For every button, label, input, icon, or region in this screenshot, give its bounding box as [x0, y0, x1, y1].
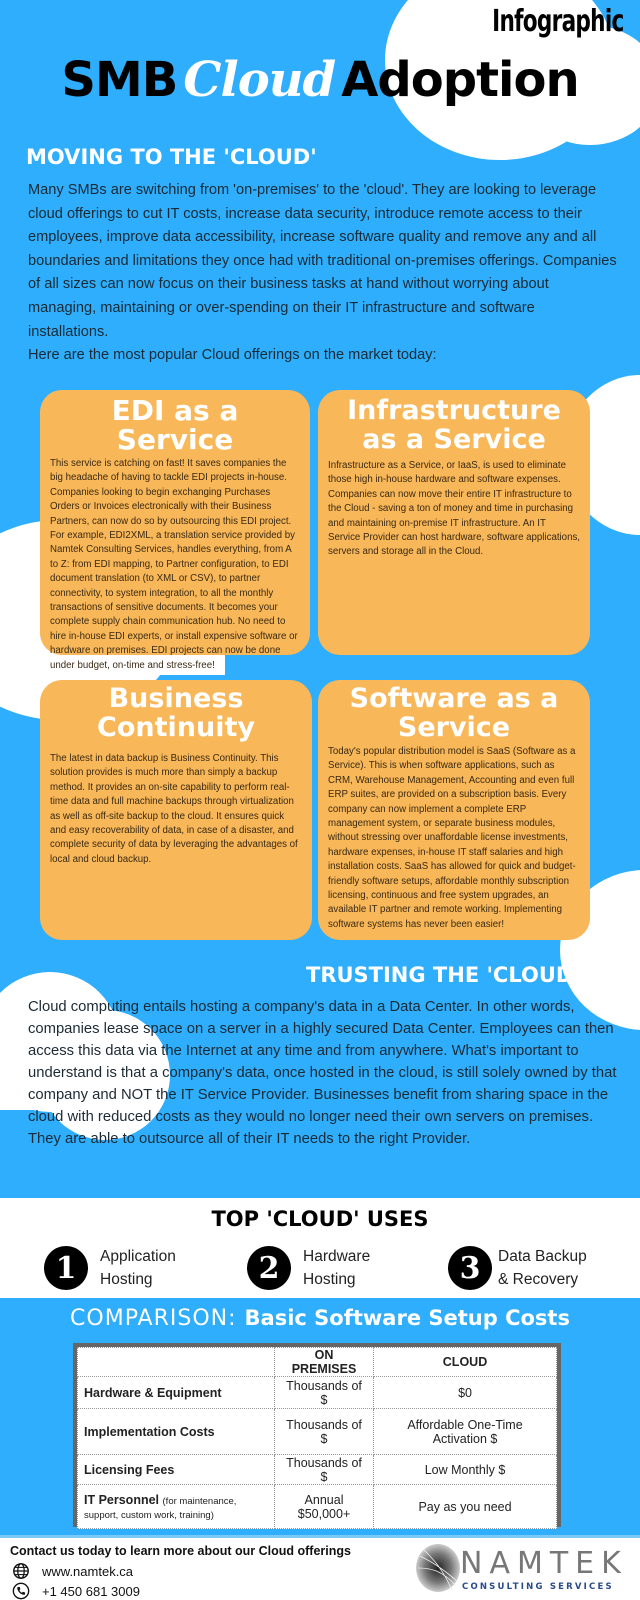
cloud-value: $0	[373, 1376, 557, 1409]
card-edi-body: This service is catching on fast! It sav…	[50, 458, 298, 671]
comparison-table: ON PREMISES CLOUD Hardware & Equipment T…	[77, 1347, 557, 1529]
card-iaas-body: Infrastructure as a Service, or IaaS, is…	[328, 460, 580, 558]
namtek-logo-mark	[416, 1544, 460, 1592]
card-saas-title: Software as a Service	[349, 683, 559, 743]
card-business-continuity-body: The latest in data backup is Business Co…	[50, 753, 298, 865]
phone-icon	[12, 1582, 30, 1600]
trusting-heading: TRUSTING THE 'CLOUD'	[306, 963, 580, 987]
top-use-item-2: 2 Hardware Hosting	[247, 1245, 370, 1291]
column-header-item	[77, 1347, 275, 1377]
column-header-on-premises: ON PREMISES	[273, 1347, 375, 1377]
top-use-2-line1: Hardware	[303, 1248, 371, 1265]
top-use-label-3: Data Backup & Recovery	[498, 1245, 587, 1291]
title-adoption: Adoption	[341, 52, 579, 108]
top-use-label-2: Hardware Hosting	[303, 1245, 370, 1291]
top-use-label-1: Application Hosting	[100, 1245, 176, 1291]
card-edi-title: EDI as a Service	[111, 394, 239, 456]
title-cloud: Cloud	[183, 52, 336, 108]
top-use-3-line2: & Recovery	[498, 1271, 579, 1288]
top-use-item-3: 3 Data Backup & Recovery	[448, 1245, 587, 1291]
comparison-table-frame: ON PREMISES CLOUD Hardware & Equipment T…	[73, 1343, 561, 1529]
cloud-value: Pay as you need	[373, 1484, 557, 1529]
card-edi: EDI as a Service This service is catchin…	[40, 390, 310, 671]
on-premises-value: Thousands of $	[273, 1454, 375, 1485]
moving-heading: MOVING TO THE 'CLOUD'	[26, 145, 317, 169]
footer: Contact us today to learn more about our…	[0, 1535, 640, 1600]
number-3-icon: 3	[448, 1246, 492, 1290]
table-row: Hardware & Equipment Thousands of $ $0	[77, 1376, 557, 1409]
top-use-1-line1: Application	[100, 1248, 176, 1265]
row-label: Hardware & Equipment	[77, 1376, 275, 1409]
card-saas: Software as a Service Today's popular di…	[318, 680, 590, 940]
cloud-value: Affordable One-Time Activation $	[373, 1408, 557, 1455]
row-label: IT Personnel (for maintenance, support, …	[77, 1484, 275, 1529]
top-use-1-line2: Hosting	[100, 1271, 153, 1288]
column-header-cloud: CLOUD	[373, 1347, 557, 1377]
top-use-2-line2: Hosting	[303, 1271, 356, 1288]
title-smb: SMB	[61, 52, 178, 108]
row-label-text: IT Personnel	[84, 1492, 160, 1507]
card-iaas: Infrastructure as a Service Infrastructu…	[318, 390, 590, 655]
namtek-logo-text: NAMTEK	[460, 1546, 628, 1581]
number-2-icon: 2	[247, 1246, 291, 1290]
on-premises-value: Annual $50,000+	[273, 1484, 375, 1529]
row-label: Licensing Fees	[77, 1454, 275, 1485]
comparison-title: Basic Software Setup Costs	[244, 1306, 570, 1330]
moving-paragraph-text: Many SMBs are switching from 'on-premise…	[28, 182, 617, 340]
footer-phone[interactable]: +1 450 681 3009	[12, 1582, 140, 1600]
card-business-continuity-title: Business Continuity	[97, 683, 255, 743]
footer-contact-text: Contact us today to learn more about our…	[10, 1544, 351, 1558]
website-link[interactable]: www.namtek.ca	[42, 1564, 133, 1579]
card-business-continuity: Business Continuity The latest in data b…	[40, 680, 312, 940]
infographic-label: Infographic	[492, 4, 625, 39]
phone-number[interactable]: +1 450 681 3009	[42, 1584, 140, 1599]
row-label: Implementation Costs	[77, 1408, 275, 1455]
page-title: SMB Cloud Adoption	[0, 52, 640, 108]
top-uses-heading: TOP 'CLOUD' USES	[211, 1207, 429, 1231]
comparison-heading: COMPARISON: Basic Software Setup Costs	[0, 1306, 640, 1331]
globe-icon	[13, 1563, 29, 1579]
trusting-paragraph: Cloud computing entails hosting a compan…	[28, 999, 617, 1147]
card-saas-body: Today's popular distribution model is Sa…	[328, 746, 576, 930]
top-use-3-line1: Data Backup	[498, 1248, 587, 1265]
top-use-item-1: 1 Application Hosting	[44, 1245, 176, 1291]
moving-paragraph: Many SMBs are switching from 'on-premise…	[28, 179, 618, 368]
comparison-label: COMPARISON:	[70, 1306, 237, 1331]
namtek-logo-subtitle: CONSULTING SERVICES	[462, 1582, 614, 1592]
moving-intro-text: Here are the most popular Cloud offering…	[28, 347, 437, 364]
on-premises-value: Thousands of $	[273, 1408, 375, 1455]
cloud-value: Low Monthly $	[373, 1454, 557, 1485]
card-iaas-title: Infrastructure as a Service	[347, 395, 561, 455]
on-premises-value: Thousands of $	[273, 1376, 375, 1409]
table-row: Licensing Fees Thousands of $ Low Monthl…	[77, 1454, 557, 1485]
footer-website[interactable]: www.namtek.ca	[12, 1562, 133, 1580]
number-1-icon: 1	[44, 1246, 88, 1290]
table-header-row: ON PREMISES CLOUD	[77, 1347, 557, 1377]
table-row: IT Personnel (for maintenance, support, …	[77, 1484, 557, 1529]
table-row: Implementation Costs Thousands of $ Affo…	[77, 1408, 557, 1455]
